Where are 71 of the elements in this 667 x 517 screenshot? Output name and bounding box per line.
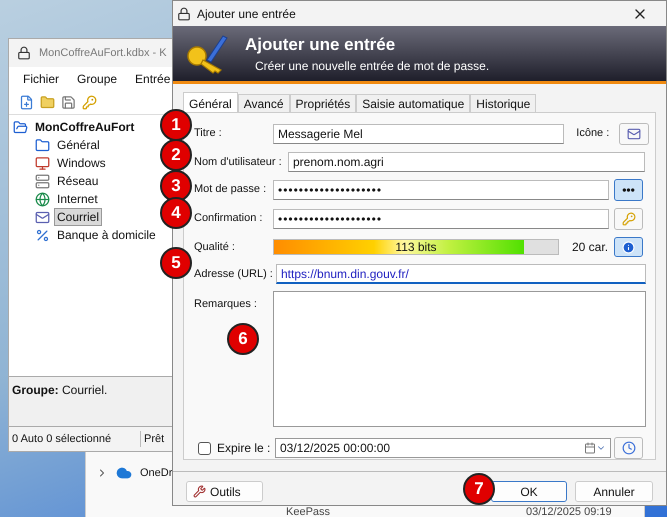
status-text: 0 Auto 0 sélectionné <box>9 430 141 448</box>
file-name[interactable]: KeePass <box>286 504 526 517</box>
length-count: 20 car. <box>572 239 610 256</box>
status-text: Prêt <box>143 432 166 447</box>
cloud-icon <box>116 465 132 482</box>
tree-item[interactable]: MonCoffreAuFort <box>32 118 138 136</box>
field-label: Mot de passe : <box>194 182 268 197</box>
group-info: Groupe: Courriel. <box>12 383 108 397</box>
window-title: MonCoffreAuFort.kdbx - K <box>39 46 167 61</box>
file-date: 03/12/2025 09:19 <box>526 504 612 517</box>
notes-field[interactable] <box>273 291 646 427</box>
tree-item[interactable]: Banque à domicile <box>54 226 159 244</box>
field-label: Nom d'utilisateur : <box>194 155 283 170</box>
nav-item[interactable]: OneDr <box>140 465 172 482</box>
tab[interactable]: Historique <box>470 94 536 112</box>
expiry-checkbox[interactable] <box>198 442 211 454</box>
clock-icon <box>622 441 636 455</box>
field-label: Qualité : <box>194 240 236 255</box>
cancel-button[interactable]: Annuler <box>575 481 653 502</box>
tab[interactable]: Général <box>183 92 238 112</box>
show-password-button[interactable]: ••• <box>614 179 643 201</box>
info-icon <box>622 240 635 254</box>
menu-item[interactable]: Entrée <box>135 70 170 88</box>
tools-button[interactable]: Outils <box>186 481 263 502</box>
key-icon[interactable] <box>82 95 97 110</box>
open-folder-icon <box>13 120 28 134</box>
banner-subtitle: Créer une nouvelle entrée de mot de passe. <box>254 58 490 76</box>
expiry-preset-button[interactable] <box>614 437 643 459</box>
tab[interactable]: Saisie automatique <box>356 94 470 112</box>
info-button[interactable] <box>614 237 643 257</box>
calendar-icon <box>584 442 596 454</box>
tree-item[interactable]: Général <box>54 136 103 154</box>
url-field[interactable]: https://bnum.din.gouv.fr/ <box>276 264 646 284</box>
field-label: Icône : <box>576 126 610 141</box>
field-label: Titre : <box>194 126 223 141</box>
mail-icon <box>35 210 50 224</box>
field-label: Remarques : <box>194 297 258 312</box>
globe-icon <box>35 192 50 206</box>
save-icon[interactable] <box>61 95 76 110</box>
tree-item[interactable]: Réseau <box>54 172 102 190</box>
key-icon <box>622 212 636 226</box>
new-file-icon[interactable] <box>19 95 34 110</box>
expiry-label: Expire le : <box>217 440 272 457</box>
folder-icon[interactable] <box>40 95 55 110</box>
tree-item[interactable]: Windows <box>54 154 109 172</box>
confirm-field[interactable]: •••••••••••••••••••• <box>273 209 609 229</box>
username-field[interactable]: prenom.nom.agri <box>288 152 645 172</box>
tree-item[interactable]: Internet <box>54 190 101 208</box>
quality-reading: 113 bits <box>394 240 438 254</box>
field-label: Confirmation : <box>194 211 264 226</box>
menu-item[interactable]: Groupe <box>77 70 118 88</box>
percent-icon <box>35 228 50 242</box>
wrench-icon <box>193 485 206 498</box>
expiry-date-field[interactable]: 03/12/2025 00:00:00 <box>275 438 611 458</box>
icon-picker-button[interactable] <box>619 123 649 145</box>
title-field[interactable]: Messagerie Mel <box>273 124 564 144</box>
tab[interactable]: Avancé <box>238 94 290 112</box>
lock-icon <box>17 46 31 60</box>
password-field[interactable]: •••••••••••••••••••• <box>273 180 609 200</box>
tab[interactable]: Propriétés <box>290 94 356 112</box>
banner-title: Ajouter une entrée <box>245 34 396 56</box>
menu-item[interactable]: Fichier <box>23 70 60 88</box>
monitor-icon <box>35 156 50 170</box>
window-title: Ajouter une entrée <box>197 6 297 22</box>
folder-icon <box>35 138 50 152</box>
lock-icon <box>177 6 191 20</box>
ok-button[interactable]: OK <box>491 481 567 502</box>
tree-item[interactable]: Courriel <box>54 208 102 226</box>
server-icon <box>35 174 50 188</box>
mail-icon <box>627 127 642 141</box>
field-label: Adresse (URL) : <box>194 267 274 282</box>
